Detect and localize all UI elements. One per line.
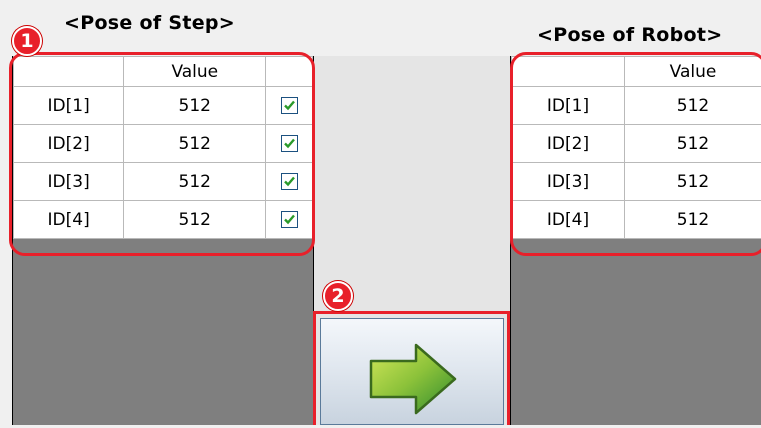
callout-badge-1: 1 (12, 26, 42, 56)
robot-grid-callout (510, 52, 761, 256)
callout-badge-2: 2 (323, 281, 353, 311)
step-grid-callout (9, 52, 315, 256)
step-panel-title: <Pose of Step> (64, 12, 235, 34)
transfer-button-callout (313, 311, 510, 425)
robot-panel-title: <Pose of Robot> (537, 24, 722, 46)
